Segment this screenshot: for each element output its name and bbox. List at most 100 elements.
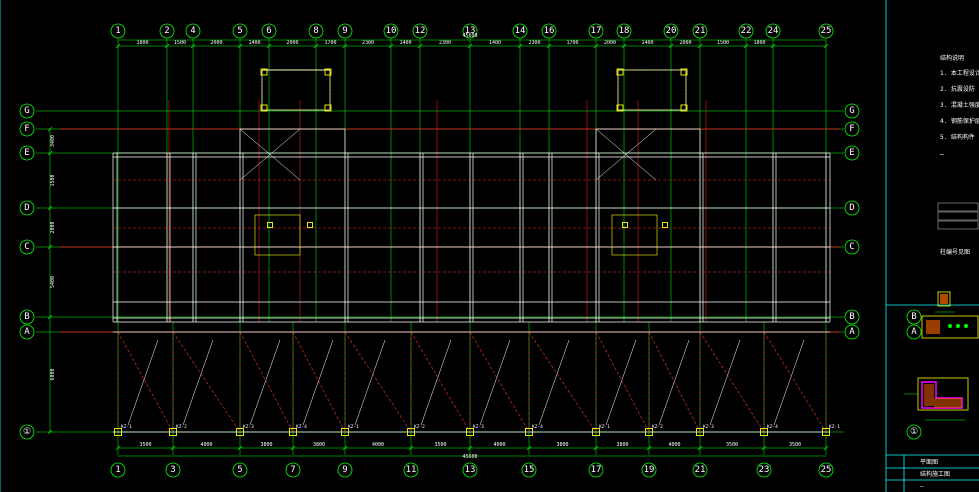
- total-dim-top: 45600: [462, 33, 477, 39]
- axis-bubble-left-label: ①: [23, 427, 31, 437]
- axis-bubble-right-label: E: [849, 148, 854, 158]
- axis-bubble-right-label: B: [849, 312, 854, 322]
- axis-bubble-right-label: C: [849, 242, 854, 252]
- axis-bubble-top-label: 25: [821, 26, 832, 36]
- axis-bubble-detail-label: A: [911, 327, 917, 337]
- dim-label-top: 2300: [528, 40, 540, 46]
- dim-label-top: 2000: [286, 40, 298, 46]
- axis-bubble-bottom-label: 25: [821, 465, 832, 475]
- dim-label-top: 1500: [174, 40, 186, 46]
- dim-label-bottom: 3500: [726, 442, 738, 448]
- dim-label-top: 1800: [753, 40, 765, 46]
- axis-bubble-bottom-label: 17: [591, 465, 602, 475]
- axis-bubble-top-label: 10: [386, 26, 397, 36]
- dim-label-bottom: 4000: [372, 442, 384, 448]
- column-tag: KZ-3: [473, 424, 484, 430]
- axis-bubble-top-label: 4: [190, 26, 195, 36]
- axis-bubble-left-label: E: [24, 148, 29, 158]
- column-tag: KZ-3: [243, 424, 254, 430]
- dim-label-top: 2000: [604, 40, 616, 46]
- title-block-subtitle: 结构施工图: [920, 470, 950, 478]
- axis-bubble-bottom-label: 13: [465, 465, 476, 475]
- structural-plan-drawing: KZ-1 KZ-2 KZ-3 KZ-4 KZ-1 KZ-2 KZ-3 KZ-4 KZ-1 KZ-2…: [0, 0, 979, 492]
- dim-label-bottom: 3500: [789, 442, 801, 448]
- dim-label-left: 5400: [50, 276, 56, 288]
- dim-label-bottom: 3800: [616, 442, 628, 448]
- dim-label-top: 2300: [439, 40, 451, 46]
- column-tag: KZ-1: [121, 424, 132, 430]
- dim-label-top: 2300: [362, 40, 374, 46]
- canvas-background: [0, 0, 979, 492]
- axis-bubble-top-label: 6: [266, 26, 271, 36]
- column-tag: KZ-2: [176, 424, 187, 430]
- dim-label-bottom: 4000: [200, 442, 212, 448]
- column-tag: KZ-1: [348, 424, 359, 430]
- column-tag: KZ-2: [414, 424, 425, 430]
- axis-bubble-left-label: G: [24, 106, 29, 116]
- dim-label-top: 2000: [210, 40, 222, 46]
- title-block-extra: —: [920, 483, 924, 490]
- notes-line: 4. 钢筋保护层: [940, 117, 979, 125]
- column-tag: KZ-2: [652, 424, 663, 430]
- axis-bubble-bottom-label: 21: [695, 465, 706, 475]
- notes-line: 1. 本工程设计: [940, 69, 979, 77]
- dim-label-bottom: 3500: [434, 442, 446, 448]
- dim-label-left: 2000: [50, 221, 56, 233]
- axis-bubble-bottom-label: 9: [342, 465, 347, 475]
- axis-bubble-top-label: 12: [415, 26, 426, 36]
- axis-bubble-top-label: 1: [115, 26, 120, 36]
- dim-label-bottom: 3800: [556, 442, 568, 448]
- total-dim-bottom: 45600: [462, 454, 477, 460]
- axis-bubble-bottom-label: 15: [524, 465, 535, 475]
- axis-bubble-top-label: 21: [695, 26, 706, 36]
- column-tag: KZ-4: [296, 424, 307, 430]
- axis-bubble-bottom-label: 11: [406, 465, 417, 475]
- axis-bubble-right-label: F: [849, 124, 854, 134]
- axis-bubble-top-label: 22: [741, 26, 752, 36]
- dim-label-left: 1500: [50, 174, 56, 186]
- axis-bubble-right-label: D: [849, 203, 854, 213]
- column-tag: KZ-4: [532, 424, 543, 430]
- axis-bubble-top-label: 16: [544, 26, 555, 36]
- axis-bubble-right-label: A: [849, 327, 855, 337]
- axis-bubble-top-label: 20: [666, 26, 677, 36]
- axis-bubble-top-label: 2: [164, 26, 169, 36]
- notes-line: 2. 抗震设防: [940, 85, 975, 93]
- notes-line: 3. 混凝土强度: [940, 101, 979, 109]
- dim-label-bottom: 3800: [260, 442, 272, 448]
- axis-bubble-top-label: 24: [768, 26, 779, 36]
- axis-bubble-right-label: G: [849, 106, 854, 116]
- dim-label-top: 1400: [489, 40, 501, 46]
- axis-bubble-bottom-label: 1: [115, 465, 120, 475]
- dim-label-top: 1500: [717, 40, 729, 46]
- axis-bubble-left-label: B: [24, 312, 29, 322]
- axis-bubble-left-label: C: [24, 242, 29, 252]
- dim-label-bottom: 3800: [313, 442, 325, 448]
- dim-label-top: 1400: [399, 40, 411, 46]
- axis-bubble-top-label: 8: [313, 26, 318, 36]
- axis-bubble-detail-label: ①: [910, 427, 918, 437]
- axis-bubble-bottom-label: 5: [237, 465, 242, 475]
- notes-caption: 柱编号见图: [940, 248, 970, 256]
- axis-bubble-top-label: 14: [515, 26, 526, 36]
- axis-bubble-left-label: F: [24, 124, 29, 134]
- column-tag: KZ-3: [703, 424, 714, 430]
- dim-label-top: 1800: [136, 40, 148, 46]
- dim-label-top: 1700: [566, 40, 578, 46]
- axis-bubble-top-label: 5: [237, 26, 242, 36]
- dim-label-top: 1700: [324, 40, 336, 46]
- column-tag: KZ-4: [767, 424, 778, 430]
- axis-bubble-left-label: A: [24, 327, 30, 337]
- notes-line: …: [940, 150, 944, 157]
- notes-title: 结构说明: [940, 54, 964, 62]
- dim-label-top: 1400: [248, 40, 260, 46]
- dim-label-left: 3400: [50, 135, 56, 147]
- axis-bubble-left-label: D: [24, 203, 29, 213]
- axis-bubble-top-label: 18: [619, 26, 630, 36]
- dim-label-left: 6000: [50, 368, 56, 380]
- axis-bubble-bottom-label: 23: [759, 465, 770, 475]
- dim-label-top: 1400: [641, 40, 653, 46]
- axis-bubble-bottom-label: 19: [644, 465, 655, 475]
- dim-label-bottom: 3500: [139, 442, 151, 448]
- axis-bubble-top-label: 17: [591, 26, 602, 36]
